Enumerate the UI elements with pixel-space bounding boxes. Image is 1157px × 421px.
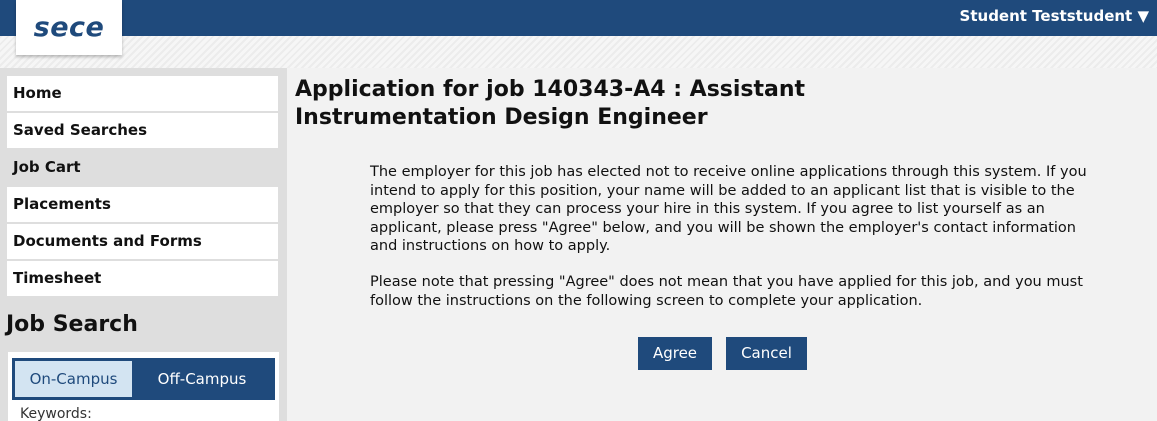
user-menu[interactable]: Student Teststudent ▼ bbox=[960, 7, 1149, 25]
tab-on-campus[interactable]: On-Campus bbox=[15, 361, 132, 397]
sidebar-item-job-cart[interactable]: Job Cart bbox=[7, 150, 278, 185]
sidebar-item-timesheet[interactable]: Timesheet bbox=[7, 261, 278, 296]
sidebar-item-placements[interactable]: Placements bbox=[7, 187, 278, 222]
job-search-heading: Job Search bbox=[6, 312, 138, 337]
disclaimer-paragraph: Please note that pressing "Agree" does n… bbox=[370, 274, 1083, 309]
page-title: Application for job 140343-A4 : Assistan… bbox=[295, 77, 806, 130]
notice-paragraph: The employer for this job has elected no… bbox=[370, 164, 1087, 254]
agree-button[interactable]: Agree bbox=[638, 337, 712, 370]
job-search-tabs: On-Campus Off-Campus bbox=[12, 358, 275, 400]
logo[interactable]: sece bbox=[16, 0, 122, 55]
sidebar-item-documents-and-forms[interactable]: Documents and Forms bbox=[7, 224, 278, 259]
header-pattern bbox=[0, 36, 1157, 68]
keywords-label: Keywords: bbox=[20, 406, 92, 421]
top-bar: Student Teststudent ▼ bbox=[0, 0, 1157, 36]
sidebar-item-saved-searches[interactable]: Saved Searches bbox=[7, 113, 278, 148]
tab-off-campus[interactable]: Off-Campus bbox=[132, 361, 272, 397]
cancel-button[interactable]: Cancel bbox=[726, 337, 807, 370]
sidebar: Home Saved Searches Job Cart Placements … bbox=[0, 68, 287, 421]
job-search-panel: On-Campus Off-Campus Keywords: bbox=[8, 352, 279, 421]
sidebar-nav: Home Saved Searches Job Cart Placements … bbox=[7, 76, 278, 298]
sidebar-item-home[interactable]: Home bbox=[7, 76, 278, 111]
logo-text: sece bbox=[33, 12, 105, 43]
